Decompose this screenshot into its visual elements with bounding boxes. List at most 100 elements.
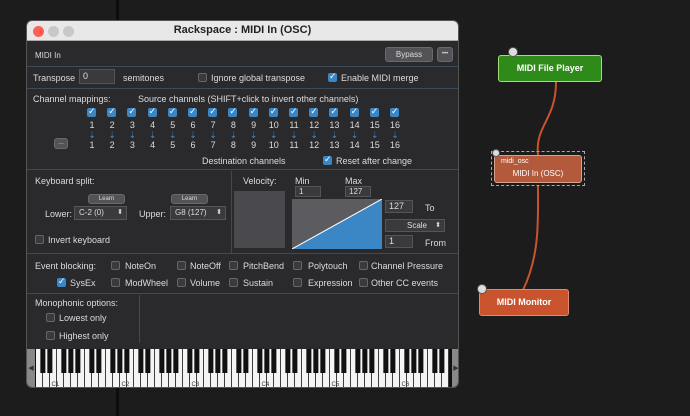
highest-only-checkbox[interactable] (46, 331, 55, 340)
more-options-button[interactable]: ••• (437, 47, 453, 62)
source-channel-checkbox[interactable] (208, 106, 218, 117)
event-checkbox[interactable] (229, 261, 238, 270)
velocity-from-input[interactable]: 1 (385, 235, 413, 248)
black-key[interactable] (89, 349, 95, 373)
black-key[interactable] (264, 349, 270, 373)
dest-channel-number[interactable]: 13 (326, 140, 342, 150)
dest-channel-number[interactable]: 6 (185, 140, 201, 150)
black-key[interactable] (40, 349, 46, 373)
velocity-max-input[interactable]: 127 (345, 186, 371, 197)
upper-learn-button[interactable]: Learn (171, 194, 208, 204)
dest-channel-number[interactable]: 10 (266, 140, 282, 150)
black-key[interactable] (306, 349, 312, 373)
piano-keys[interactable]: C1 C2 C3 C4 C5 C6 (36, 349, 451, 388)
black-key[interactable] (320, 349, 326, 373)
black-key[interactable] (145, 349, 151, 373)
black-key[interactable] (96, 349, 102, 373)
black-key[interactable] (215, 349, 221, 373)
black-key[interactable] (418, 349, 424, 373)
invert-keyboard-checkbox[interactable] (35, 235, 44, 244)
event-checkbox[interactable] (359, 261, 368, 270)
source-channel-checkbox[interactable] (107, 106, 117, 117)
black-key[interactable] (439, 349, 445, 373)
lowest-only-checkbox[interactable] (46, 313, 55, 322)
black-key[interactable] (173, 349, 179, 373)
event-checkbox[interactable] (57, 276, 66, 287)
source-channel-checkbox[interactable] (87, 106, 96, 117)
black-key[interactable] (110, 349, 116, 373)
event-checkbox[interactable] (111, 278, 120, 287)
dest-channel-number[interactable]: 7 (205, 140, 221, 150)
black-key[interactable] (411, 349, 417, 373)
black-key[interactable] (334, 349, 340, 373)
scroll-left-button[interactable]: ◀ (27, 349, 35, 387)
black-key[interactable] (236, 349, 242, 373)
black-key[interactable] (257, 349, 263, 373)
black-key[interactable] (369, 349, 375, 373)
source-channel-checkbox[interactable] (147, 106, 157, 117)
black-key[interactable] (292, 349, 298, 373)
black-key[interactable] (243, 349, 249, 373)
black-key[interactable] (404, 349, 410, 373)
source-channel-checkbox[interactable] (329, 106, 339, 117)
black-key[interactable] (313, 349, 319, 373)
dest-channel-number[interactable]: 4 (145, 140, 161, 150)
midi-file-player-node[interactable]: MIDI File Player (498, 55, 602, 82)
event-checkbox[interactable] (229, 278, 238, 287)
ignore-global-checkbox[interactable] (198, 73, 207, 82)
black-key[interactable] (383, 349, 389, 373)
black-key[interactable] (285, 349, 291, 373)
source-channel-checkbox[interactable] (309, 106, 319, 117)
dest-channel-number[interactable]: 3 (124, 140, 140, 150)
source-channel-checkbox[interactable] (127, 106, 137, 117)
source-channel-checkbox[interactable] (349, 106, 359, 117)
midi-in-osc-node[interactable]: midi_osc MIDI In (OSC) (494, 155, 582, 183)
black-key[interactable] (432, 349, 438, 373)
event-checkbox[interactable] (177, 278, 186, 287)
black-key[interactable] (61, 349, 67, 373)
black-key[interactable] (75, 349, 81, 373)
source-channel-checkbox[interactable] (228, 106, 238, 117)
lower-select[interactable]: C-2 (0) ⬍ (74, 206, 127, 220)
dest-channel-number[interactable]: 11 (286, 140, 302, 150)
black-key[interactable] (47, 349, 53, 373)
event-checkbox[interactable] (111, 261, 120, 270)
velocity-scale-select[interactable]: Scale ⬍ (385, 219, 445, 232)
black-key[interactable] (159, 349, 165, 373)
dest-channel-number[interactable]: 9 (246, 140, 262, 150)
event-checkbox[interactable] (177, 261, 186, 270)
source-channel-checkbox[interactable] (289, 106, 298, 117)
black-key[interactable] (187, 349, 193, 373)
piano-keyboard[interactable]: ◀ ▶ C1 C2 C3 C4 C5 C6 (27, 349, 458, 388)
black-key[interactable] (362, 349, 368, 373)
dest-channel-number[interactable]: 5 (165, 140, 181, 150)
source-channel-checkbox[interactable] (248, 106, 258, 117)
black-key[interactable] (117, 349, 123, 373)
black-key[interactable] (341, 349, 347, 373)
event-checkbox[interactable] (293, 261, 302, 270)
event-checkbox[interactable] (293, 278, 302, 287)
channel-menu-button[interactable]: ... (54, 138, 68, 149)
black-key[interactable] (271, 349, 277, 373)
dest-channel-number[interactable]: 15 (367, 140, 383, 150)
title-bar[interactable]: Rackspace : MIDI In (OSC) (27, 21, 458, 41)
dest-channel-number[interactable]: 12 (306, 140, 322, 150)
black-key[interactable] (194, 349, 200, 373)
event-checkbox[interactable] (359, 278, 368, 287)
reset-after-change-checkbox[interactable] (323, 154, 332, 165)
lower-learn-button[interactable]: Learn (88, 194, 125, 204)
dest-channel-number[interactable]: 16 (387, 140, 403, 150)
enable-merge-checkbox[interactable] (328, 71, 337, 82)
black-key[interactable] (138, 349, 144, 373)
bypass-button[interactable]: Bypass (385, 47, 433, 62)
black-key[interactable] (222, 349, 228, 373)
dest-channel-number[interactable]: 8 (225, 140, 241, 150)
dest-channel-number[interactable]: 14 (347, 140, 363, 150)
source-channel-checkbox[interactable] (369, 106, 379, 117)
velocity-to-input[interactable]: 127 (385, 200, 413, 213)
scroll-right-button[interactable]: ▶ (452, 349, 458, 387)
black-key[interactable] (208, 349, 214, 373)
midi-monitor-node[interactable]: MIDI Monitor (479, 289, 569, 316)
source-channel-checkbox[interactable] (188, 106, 197, 117)
source-channel-checkbox[interactable] (390, 106, 399, 117)
